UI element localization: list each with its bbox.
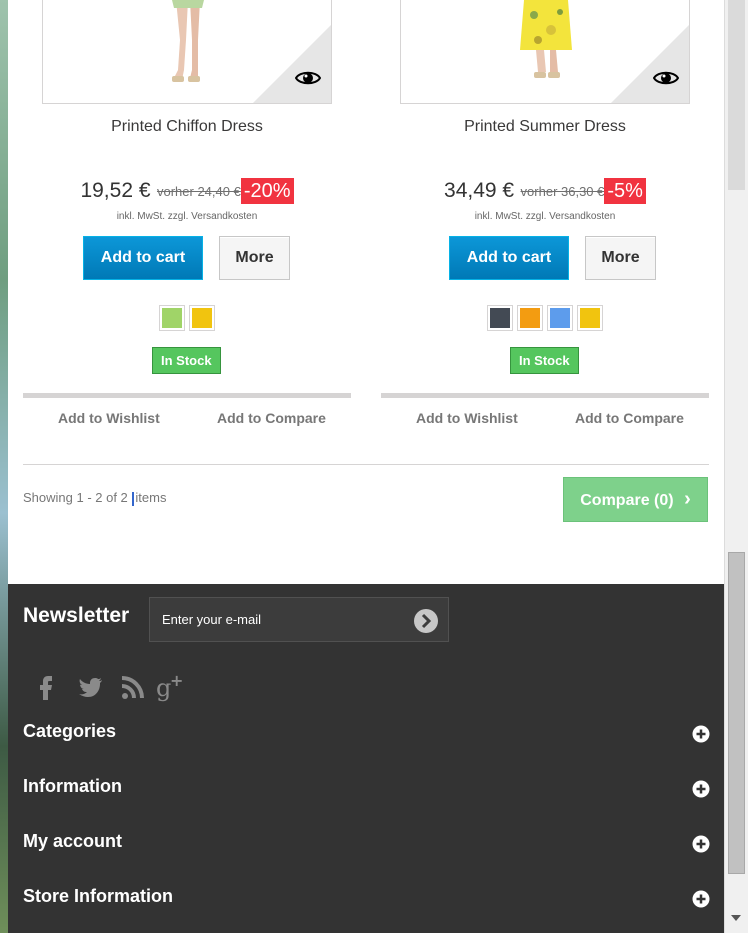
rss-icon[interactable] [118,672,146,702]
footer-section-categories[interactable]: Categories [8,709,724,764]
add-to-wishlist-link[interactable]: Add to Wishlist [58,410,160,426]
product-price: 19,52 € [80,179,151,202]
functional-links: Add to Wishlist Add to Compare [381,393,709,433]
footer-section-title: Information [23,776,122,796]
add-to-compare-link[interactable]: Add to Compare [575,410,684,426]
add-to-compare-link[interactable]: Add to Compare [217,410,326,426]
footer-section-title: My account [23,831,123,851]
product-card: Printed Summer Dress 34,49 € vorher 36,3… [381,0,709,440]
color-swatch[interactable] [577,305,603,331]
plus-circle-icon [692,835,710,853]
product-photo [520,0,572,78]
plus-circle-icon [692,725,710,743]
price-row: 34,49 € vorher 36,30 € -5% [381,178,709,204]
scroll-down-arrow-icon[interactable] [731,915,741,921]
add-to-cart-button[interactable]: Add to cart [449,236,569,280]
showing-suffix: items [135,490,167,505]
stock-badge: In Stock [510,347,579,374]
add-to-wishlist-link[interactable]: Add to Wishlist [416,410,518,426]
color-swatch[interactable] [487,305,513,331]
newsletter-email-input[interactable]: Enter your e-mail [149,597,449,642]
color-swatches [23,305,351,331]
more-button[interactable]: More [585,236,656,280]
twitter-icon[interactable] [76,672,104,702]
submit-arrow-icon[interactable] [413,608,439,634]
eye-icon[interactable] [295,69,321,87]
footer: Newsletter Enter your e-mail g + Categor… [8,584,724,933]
image-corner [252,24,331,103]
footer-section-title: Categories [23,721,117,741]
vertical-scrollbar[interactable] [724,0,748,933]
footer-section-information[interactable]: Information [8,764,724,819]
compare-button[interactable]: Compare (0) › [563,477,708,522]
page: Printed Chiffon Dress 19,52 € vorher 24,… [8,0,724,933]
product-name[interactable]: Printed Summer Dress [381,118,709,136]
footer-section-my-account[interactable]: My account [8,819,724,874]
background-edge [0,0,8,933]
google-plus-icon[interactable]: g + [156,672,184,702]
facebook-icon[interactable] [32,672,60,702]
discount-badge: -20% [240,178,294,204]
color-swatch[interactable] [547,305,573,331]
footer-section-title: Store Information [23,886,174,906]
image-corner [610,24,689,103]
showing-prefix: Showing 1 - 2 of 2 [23,490,128,505]
add-to-cart-button[interactable]: Add to cart [83,236,203,280]
color-swatch[interactable] [517,305,543,331]
product-card: Printed Chiffon Dress 19,52 € vorher 24,… [23,0,351,440]
product-name[interactable]: Printed Chiffon Dress [23,118,351,136]
compare-button-label: Compare (0) [580,492,674,509]
footer-section-store-information[interactable]: Store Information [8,874,724,929]
scroll-thumb[interactable] [728,552,745,874]
color-swatch[interactable] [159,305,185,331]
color-swatch[interactable] [189,305,215,331]
product-photo [172,0,204,82]
chevron-right-icon: › [684,488,691,510]
plus-circle-icon [692,890,710,908]
color-swatches [381,305,709,331]
scroll-track-upper [728,0,745,190]
product-price: 34,49 € [444,179,515,202]
tax-note: inkl. MwSt. zzgl. Versandkosten [116,211,258,222]
functional-links: Add to Wishlist Add to Compare [23,393,351,433]
divider [23,464,709,465]
price-row: 19,52 € vorher 24,40 € -20% [23,178,351,204]
old-price: vorher 36,30 € [520,183,605,199]
product-image[interactable] [42,0,332,104]
showing-count: Showing 1 - 2 of 2 items [23,490,166,506]
eye-icon[interactable] [653,69,679,87]
newsletter-title: Newsletter [23,604,130,627]
svg-text:+: + [170,672,183,690]
discount-badge: -5% [604,178,646,204]
old-price: vorher 24,40 € [156,183,241,199]
more-button[interactable]: More [219,236,290,280]
product-image[interactable] [400,0,690,104]
tax-note: inkl. MwSt. zzgl. Versandkosten [474,211,616,222]
plus-circle-icon [692,780,710,798]
stock-badge: In Stock [152,347,221,374]
